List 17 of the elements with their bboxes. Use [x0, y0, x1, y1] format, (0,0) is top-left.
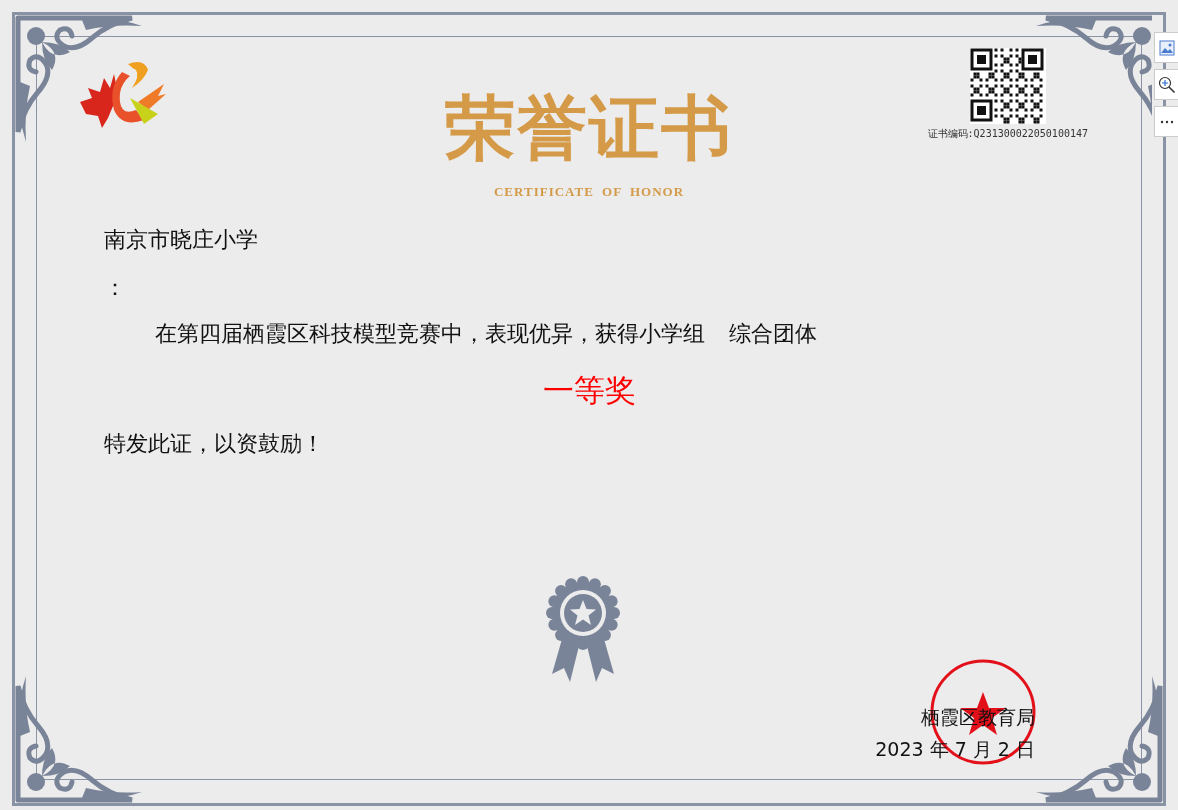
colon-text: ： [104, 274, 127, 302]
closing-text: 特发此证，以资鼓励！ [104, 430, 325, 458]
image-icon [1158, 39, 1175, 56]
certificate-number: 证书编码:Q231300022050100147 [927, 127, 1088, 141]
more-icon [1159, 119, 1174, 124]
issue-date: 2023 年 7 月 2 日 [875, 737, 1035, 762]
certificate-title: 荣誉证书 [445, 86, 733, 170]
image-button[interactable] [1154, 32, 1178, 63]
award-description: 在第四届栖霞区科技模型竞赛中，表现优异，获得小学组 [155, 320, 705, 348]
award-category: 综合团体 [729, 320, 817, 348]
zoom-in-icon [1157, 75, 1176, 94]
certificate-subtitle: CERTIFICATE OF HONOR [493, 184, 685, 200]
award-level: 一等奖 [542, 371, 636, 410]
recipient-name: 南京市晓庄小学 [104, 226, 259, 254]
medal-icon [546, 576, 620, 684]
qr-code-icon [969, 48, 1046, 124]
zoom-in-button[interactable] [1154, 69, 1178, 100]
